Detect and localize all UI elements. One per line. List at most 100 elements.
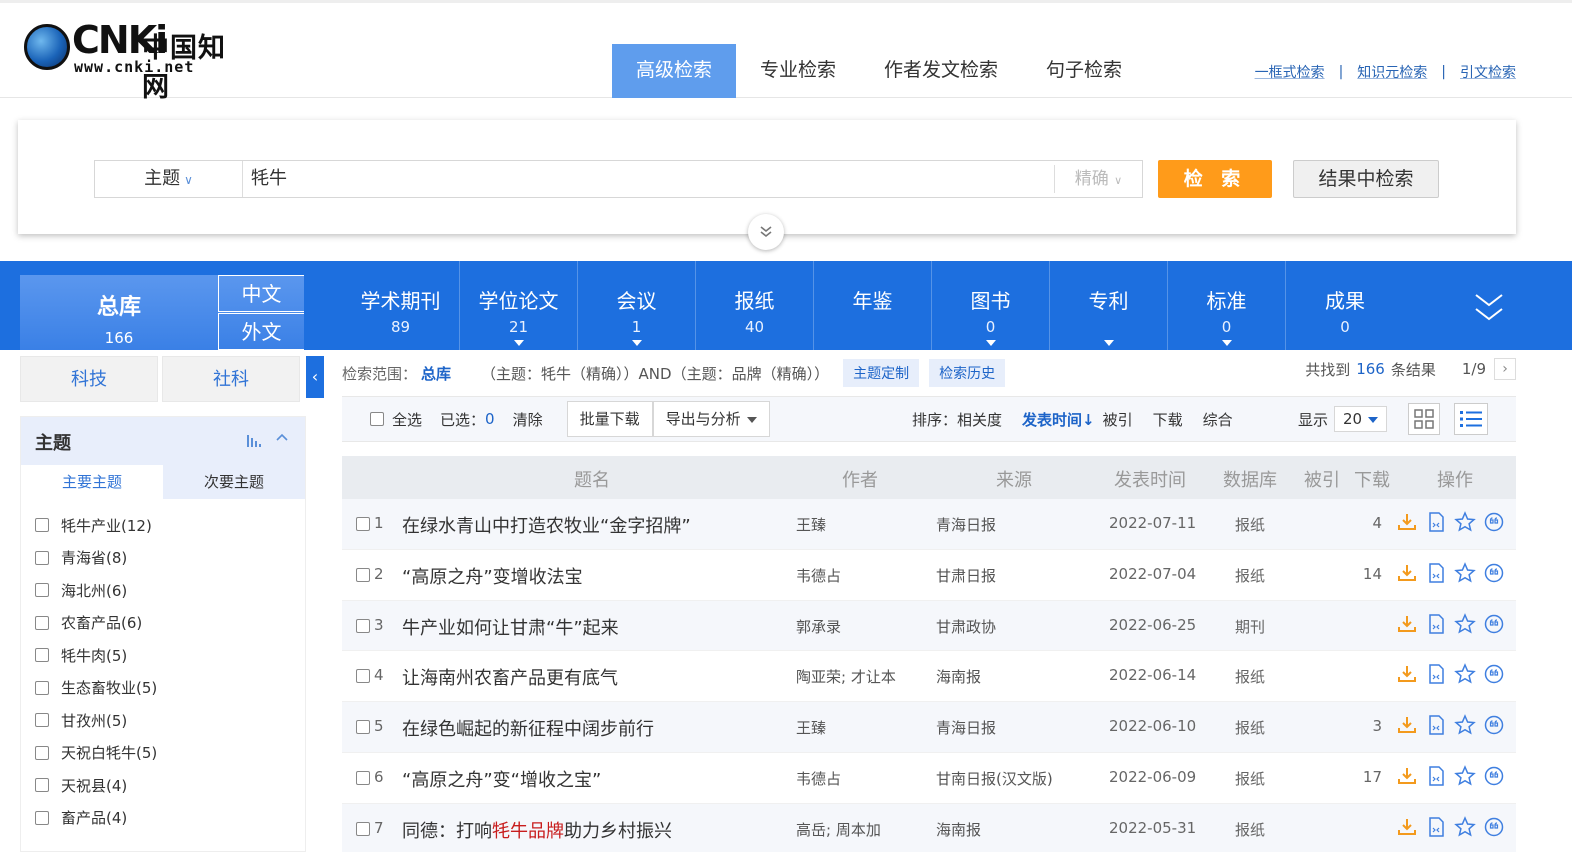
facet-item-label[interactable]: 甘孜州(5) bbox=[61, 710, 127, 731]
facet-item-label[interactable]: 农畜产品(6) bbox=[61, 612, 142, 633]
facet-item[interactable]: 海北州(6) bbox=[21, 574, 305, 607]
download-icon[interactable] bbox=[1396, 816, 1418, 838]
row-checkbox[interactable] bbox=[356, 618, 370, 633]
result-title-link[interactable]: 同德：打响牦牛品牌助力乡村振兴 bbox=[402, 817, 672, 843]
tab-advanced-search[interactable]: 高级检索 bbox=[612, 44, 737, 98]
facet-item[interactable]: 天祝县(4) bbox=[21, 769, 305, 802]
facet-item[interactable]: 农畜产品(6) bbox=[21, 607, 305, 640]
download-icon[interactable] bbox=[1396, 714, 1418, 736]
caret-down-icon[interactable] bbox=[1104, 340, 1114, 346]
tab-primary-topic[interactable]: 主要主题 bbox=[21, 465, 163, 499]
cite-icon[interactable] bbox=[1483, 663, 1505, 685]
db-item[interactable]: 会议 1 bbox=[578, 261, 696, 350]
favorite-star-icon[interactable] bbox=[1454, 714, 1476, 736]
sort-download[interactable]: 下载 bbox=[1153, 409, 1183, 430]
search-input[interactable]: 牦牛 bbox=[251, 161, 287, 197]
facet-item[interactable]: 天祝白牦牛(5) bbox=[21, 737, 305, 770]
chevron-down-icon[interactable] bbox=[1474, 291, 1504, 325]
facet-item[interactable]: 生态畜牧业(5) bbox=[21, 672, 305, 705]
author-link[interactable]: 韦德占 bbox=[796, 565, 841, 586]
source-link[interactable]: 甘南日报(汉文版) bbox=[936, 768, 1053, 789]
download-icon[interactable] bbox=[1396, 765, 1418, 787]
author-link[interactable]: 高岳; 周本加 bbox=[796, 819, 881, 840]
row-checkbox[interactable] bbox=[356, 669, 370, 684]
row-checkbox[interactable] bbox=[356, 720, 370, 735]
html-read-icon[interactable] bbox=[1425, 562, 1447, 584]
facet-item[interactable]: 青海省(8) bbox=[21, 542, 305, 575]
result-title-link[interactable]: 让海南州农畜产品更有底气 bbox=[402, 664, 618, 690]
select-all-label[interactable]: 全选 bbox=[392, 409, 422, 430]
row-checkbox[interactable] bbox=[356, 770, 370, 785]
cite-icon[interactable] bbox=[1483, 714, 1505, 736]
facet-item[interactable]: 畜产品(4) bbox=[21, 802, 305, 835]
facet-item-label[interactable]: 青海省(8) bbox=[61, 547, 127, 568]
favorite-star-icon[interactable] bbox=[1454, 815, 1476, 838]
facet-item[interactable]: 甘孜州(5) bbox=[21, 704, 305, 737]
row-checkbox[interactable] bbox=[356, 517, 370, 531]
row-checkbox[interactable] bbox=[356, 821, 370, 836]
facet-item-label[interactable]: 畜产品(4) bbox=[61, 807, 127, 828]
cite-icon[interactable] bbox=[1483, 816, 1505, 838]
facet-checkbox[interactable] bbox=[35, 550, 49, 565]
db-item[interactable]: 学位论文 21 bbox=[460, 261, 578, 350]
db-all[interactable]: 总库 166 中文 外文 bbox=[20, 275, 304, 350]
html-read-icon[interactable] bbox=[1425, 511, 1447, 533]
export-analysis-button[interactable]: 导出与分析 bbox=[652, 401, 770, 437]
db-item[interactable]: 图书 0 bbox=[932, 261, 1050, 350]
facet-checkbox[interactable] bbox=[35, 745, 49, 760]
select-all-checkbox[interactable] bbox=[370, 412, 384, 426]
expand-search-button[interactable] bbox=[748, 214, 784, 250]
source-link[interactable]: 青海日报 bbox=[936, 717, 996, 738]
cite-icon[interactable] bbox=[1483, 511, 1505, 533]
search-in-results-button[interactable]: 结果中检索 bbox=[1293, 160, 1439, 198]
author-link[interactable]: 陶亚荣; 才让本 bbox=[796, 666, 896, 687]
sort-date[interactable]: 发表时间↓ bbox=[1022, 409, 1095, 430]
tab-science[interactable]: 科技 bbox=[20, 356, 158, 402]
link-simple-search[interactable]: 一框式检索 bbox=[1255, 62, 1325, 82]
facet-item-label[interactable]: 天祝白牦牛(5) bbox=[61, 742, 157, 763]
search-history-button[interactable]: 检索历史 bbox=[929, 359, 1006, 387]
clear-button[interactable]: 清除 bbox=[513, 409, 543, 430]
facet-item-label[interactable]: 牦牛肉(5) bbox=[61, 645, 127, 666]
db-item[interactable]: 报纸 40 bbox=[696, 261, 814, 350]
db-item[interactable]: 专利 bbox=[1050, 261, 1168, 350]
facet-checkbox[interactable] bbox=[35, 583, 49, 598]
sort-composite[interactable]: 综合 bbox=[1203, 409, 1233, 430]
bar-chart-icon[interactable] bbox=[247, 433, 263, 451]
db-item[interactable]: 学术期刊 89 bbox=[342, 261, 460, 350]
author-link[interactable]: 王臻 bbox=[796, 514, 826, 535]
author-link[interactable]: 韦德占 bbox=[796, 768, 841, 789]
match-mode-select[interactable]: 精确 ∨ bbox=[1054, 165, 1142, 193]
source-link[interactable]: 甘肃政协 bbox=[936, 616, 996, 637]
chevron-up-icon[interactable] bbox=[275, 429, 289, 448]
cnki-logo[interactable]: CNKi 中国知网 www.cnki.net bbox=[24, 18, 248, 103]
caret-down-icon[interactable] bbox=[986, 340, 996, 346]
grid-view-button[interactable] bbox=[1408, 403, 1440, 435]
topic-custom-button[interactable]: 主题定制 bbox=[843, 359, 920, 387]
result-title-link[interactable]: 在绿水青山中打造农牧业“金字招牌” bbox=[402, 512, 691, 538]
db-item[interactable]: 成果 0 bbox=[1286, 261, 1404, 350]
html-read-icon[interactable] bbox=[1425, 714, 1447, 736]
download-icon[interactable] bbox=[1396, 562, 1418, 584]
result-title-link[interactable]: “高原之舟”变增收法宝 bbox=[402, 563, 583, 589]
db-item[interactable]: 标准 0 bbox=[1168, 261, 1286, 350]
facet-checkbox[interactable] bbox=[35, 518, 49, 533]
caret-down-icon[interactable] bbox=[632, 340, 642, 346]
tab-sentence-search[interactable]: 句子检索 bbox=[1022, 44, 1146, 98]
download-icon[interactable] bbox=[1396, 663, 1418, 685]
result-title-link[interactable]: 在绿色崛起的新征程中阔步前行 bbox=[402, 715, 654, 741]
facet-item-label[interactable]: 牦牛产业(12) bbox=[61, 515, 152, 536]
favorite-star-icon[interactable] bbox=[1454, 612, 1476, 635]
source-link[interactable]: 海南报 bbox=[936, 819, 981, 840]
facet-item-label[interactable]: 天祝县(4) bbox=[61, 775, 127, 796]
facet-checkbox[interactable] bbox=[35, 648, 49, 663]
facet-item[interactable]: 牦牛产业(12) bbox=[21, 509, 305, 542]
link-knowledge-search[interactable]: 知识元检索 bbox=[1357, 62, 1427, 82]
page-size-select[interactable]: 20 bbox=[1334, 406, 1388, 432]
facet-item-label[interactable]: 生态畜牧业(5) bbox=[61, 677, 157, 698]
facet-header[interactable]: 主题 bbox=[21, 417, 305, 465]
download-icon[interactable] bbox=[1396, 613, 1418, 635]
list-view-button[interactable] bbox=[1454, 403, 1488, 435]
favorite-star-icon[interactable] bbox=[1454, 663, 1476, 685]
search-button[interactable]: 检 索 bbox=[1158, 160, 1272, 198]
